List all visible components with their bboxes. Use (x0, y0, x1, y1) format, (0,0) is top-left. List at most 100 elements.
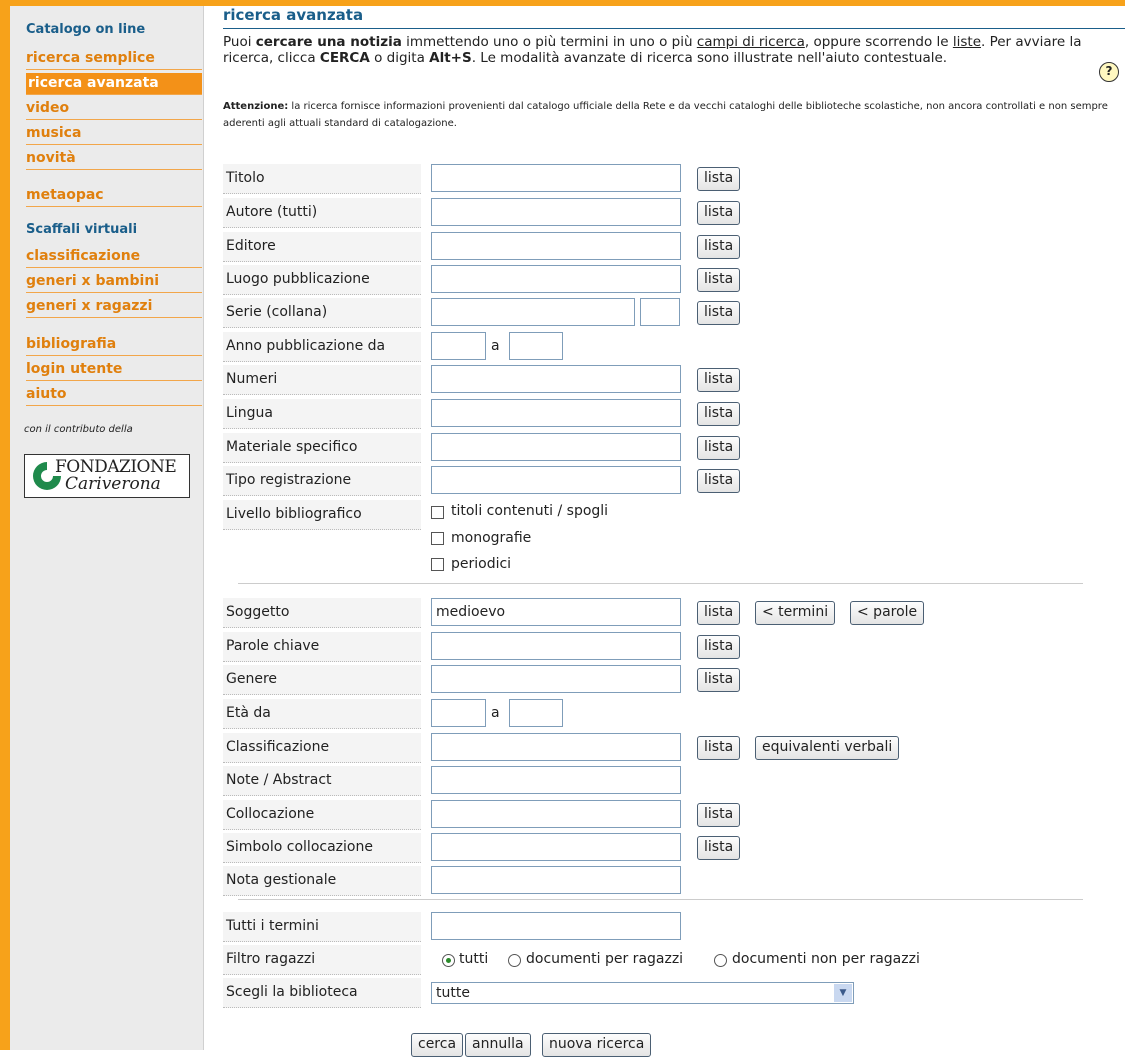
input-lingua[interactable] (431, 399, 681, 427)
lista-button-titolo[interactable]: lista (697, 167, 741, 191)
sidebar-link-login-utente[interactable]: login utente (26, 359, 202, 381)
input-simbolo[interactable] (431, 833, 681, 861)
page-title: ricerca avanzata (223, 6, 364, 24)
input-numeri[interactable] (431, 365, 681, 393)
input-titolo[interactable] (431, 164, 681, 192)
input-collocazione[interactable] (431, 800, 681, 828)
row-livello: Livello bibliografico titoli contenuti /… (223, 500, 1103, 580)
row-simbolo: Simbolo collocazione lista (223, 833, 1103, 863)
sidebar-link-bibliografia[interactable]: bibliografia (26, 334, 202, 356)
lista-button-tipo[interactable]: lista (697, 469, 741, 493)
link-campi-di-ricerca[interactable]: campi di ricerca (697, 34, 805, 50)
row-genere: Genere lista (223, 665, 1103, 695)
checkbox-titoli-contenuti[interactable] (431, 506, 444, 519)
sidebar-link-video[interactable]: video (26, 98, 202, 120)
fondazione-cariverona-logo: FONDAZIONE Cariverona (24, 454, 190, 498)
sidebar-link-ricerca-avanzata[interactable]: ricerca avanzata (26, 73, 202, 95)
annulla-button[interactable]: annulla (465, 1033, 531, 1057)
input-soggetto[interactable]: medioevo (431, 598, 681, 626)
label-tutti-termini: Tutti i termini (223, 912, 421, 942)
lista-button-genere[interactable]: lista (697, 668, 741, 692)
input-anno-a[interactable] (509, 332, 563, 360)
lista-button-numeri[interactable]: lista (697, 368, 741, 392)
checkbox-monografie[interactable] (431, 532, 444, 545)
lista-button-editore[interactable]: lista (697, 235, 741, 259)
help-icon[interactable]: ? (1099, 62, 1119, 82)
section-divider-2 (238, 899, 1083, 900)
cerca-button[interactable]: cerca (411, 1033, 464, 1057)
warning-note: Attenzione: la ricerca fornisce informaz… (223, 101, 1108, 129)
label-periodici: periodici (451, 556, 512, 572)
input-genere[interactable] (431, 665, 681, 693)
row-materiale: Materiale specifico lista (223, 433, 1103, 463)
input-eta-a[interactable] (509, 699, 563, 727)
lista-button-materiale[interactable]: lista (697, 436, 741, 460)
radio-tutti[interactable] (442, 954, 455, 967)
label-collocazione: Collocazione (223, 800, 421, 830)
lista-button-classificazione[interactable]: lista (697, 736, 741, 760)
input-classificazione[interactable] (431, 733, 681, 761)
lista-button-luogo[interactable]: lista (697, 268, 741, 292)
row-note: Note / Abstract (223, 766, 1103, 796)
row-nota-gestionale: Nota gestionale (223, 866, 1103, 896)
sidebar-link-novita[interactable]: novità (26, 148, 202, 170)
sidebar-link-musica[interactable]: musica (26, 123, 202, 145)
lista-button-collocazione[interactable]: lista (697, 803, 741, 827)
lista-button-soggetto[interactable]: lista (697, 601, 741, 625)
input-tipo[interactable] (431, 466, 681, 494)
nuova-ricerca-button[interactable]: nuova ricerca (542, 1033, 652, 1057)
input-serie[interactable] (431, 298, 635, 326)
row-classificazione: Classificazione lista equivalenti verbal… (223, 733, 1103, 763)
termini-button[interactable]: < termini (755, 601, 836, 625)
main-content: ricerca avanzata Puoi cercare una notizi… (203, 6, 1125, 1057)
radio-per-ragazzi[interactable] (508, 954, 521, 967)
sidebar-link-generi-bambini[interactable]: generi x bambini (26, 271, 202, 293)
lista-button-lingua[interactable]: lista (697, 402, 741, 426)
row-eta: Età da a (223, 699, 1103, 729)
input-eta-da[interactable] (431, 699, 486, 727)
input-tutti-termini[interactable] (431, 912, 681, 940)
input-serie-numero[interactable] (640, 298, 680, 326)
input-note[interactable] (431, 766, 681, 794)
radio-non-per-ragazzi[interactable] (714, 954, 727, 967)
sidebar-link-aiuto[interactable]: aiuto (26, 384, 202, 406)
parole-button[interactable]: < parole (850, 601, 925, 625)
label-livello: Livello bibliografico (223, 500, 421, 530)
input-materiale[interactable] (431, 433, 681, 461)
lista-button-parole-chiave[interactable]: lista (697, 635, 741, 659)
label-radio-non-per-ragazzi: documenti non per ragazzi (732, 951, 920, 967)
input-parole-chiave[interactable] (431, 632, 681, 660)
input-editore[interactable] (431, 232, 681, 260)
label-serie: Serie (collana) (223, 298, 421, 328)
section-divider-1 (238, 583, 1083, 584)
sidebar-link-metaopac[interactable]: metaopac (26, 185, 202, 207)
row-serie: Serie (collana) lista (223, 298, 1103, 328)
chevron-down-icon[interactable]: ▼ (834, 984, 852, 1002)
lista-button-simbolo[interactable]: lista (697, 836, 741, 860)
checkbox-periodici[interactable] (431, 558, 444, 571)
label-lingua: Lingua (223, 399, 421, 429)
select-biblioteca[interactable]: tutte ▼ (431, 982, 854, 1004)
link-liste[interactable]: liste (953, 34, 981, 50)
input-autore[interactable] (431, 198, 681, 226)
input-luogo[interactable] (431, 265, 681, 293)
label-radio-per-ragazzi: documenti per ragazzi (526, 951, 684, 967)
lista-button-autore[interactable]: lista (697, 201, 741, 225)
row-filtro: Filtro ragazzi tutti documenti per ragaz… (223, 945, 1103, 975)
lista-button-serie[interactable]: lista (697, 301, 741, 325)
label-nota-gestionale: Nota gestionale (223, 866, 421, 896)
label-anno: Anno pubblicazione da (223, 332, 421, 362)
sidebar-link-classificazione[interactable]: classificazione (26, 246, 202, 268)
input-anno-da[interactable] (431, 332, 486, 360)
sidebar-link-ricerca-semplice[interactable]: ricerca semplice (26, 48, 202, 70)
title-divider (223, 28, 1125, 29)
row-numeri: Numeri lista (223, 365, 1103, 395)
label-editore: Editore (223, 232, 421, 262)
label-biblioteca: Scegli la biblioteca (223, 978, 421, 1008)
sidebar-link-generi-ragazzi[interactable]: generi x ragazzi (26, 296, 202, 318)
label-monografie: monografie (451, 530, 532, 546)
input-nota-gestionale[interactable] (431, 866, 681, 894)
sidebar: Catalogo on line ricerca semplice ricerc… (10, 6, 204, 1050)
equivalenti-verbali-button[interactable]: equivalenti verbali (755, 736, 900, 760)
label-soggetto: Soggetto (223, 598, 421, 628)
